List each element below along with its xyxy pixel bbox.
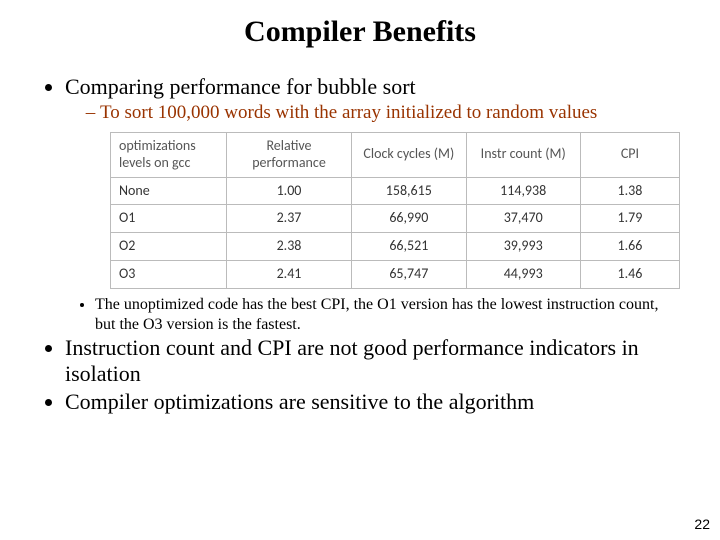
- table-cell: 1.38: [580, 177, 679, 205]
- table-cell: 1.46: [580, 260, 679, 288]
- table-cell: O3: [111, 260, 227, 288]
- table-cell: 158,615: [352, 177, 466, 205]
- table-row: O3 2.41 65,747 44,993 1.46: [111, 260, 680, 288]
- table-row: None 1.00 158,615 114,938 1.38: [111, 177, 680, 205]
- table-cell: 2.41: [226, 260, 351, 288]
- note-text: The unoptimized code has the best CPI, t…: [95, 296, 658, 333]
- bullet-text: Instruction count and CPI are not good p…: [65, 335, 639, 386]
- sub-bullet-text: To sort 100,000 words with the array ini…: [100, 102, 597, 123]
- page-title: Compiler Benefits: [40, 15, 680, 49]
- col-header: Clock cycles (M): [352, 133, 466, 178]
- bullet-text: Comparing performance for bubble sort: [65, 74, 416, 99]
- col-header: optimizations levels on gcc: [111, 133, 227, 178]
- slide: Compiler Benefits Comparing performance …: [0, 0, 720, 540]
- performance-table: optimizations levels on gcc Relative per…: [110, 132, 680, 289]
- table-cell: 2.38: [226, 233, 351, 261]
- table-cell: 1.00: [226, 177, 351, 205]
- table-header-row: optimizations levels on gcc Relative per…: [111, 133, 680, 178]
- table-container: optimizations levels on gcc Relative per…: [110, 132, 680, 289]
- sub-bullet-item: To sort 100,000 words with the array ini…: [100, 102, 680, 124]
- table-cell: 114,938: [466, 177, 580, 205]
- bullet-item: Compiler optimizations are sensitive to …: [65, 389, 680, 415]
- table-cell: O2: [111, 233, 227, 261]
- note-item: The unoptimized code has the best CPI, t…: [95, 295, 680, 335]
- table-cell: 66,990: [352, 205, 466, 233]
- table-cell: 2.37: [226, 205, 351, 233]
- bullet-list: Comparing performance for bubble sort To…: [40, 74, 680, 124]
- col-header: CPI: [580, 133, 679, 178]
- table-cell: None: [111, 177, 227, 205]
- col-header: Instr count (M): [466, 133, 580, 178]
- bullet-item: Instruction count and CPI are not good p…: [65, 335, 680, 387]
- table-cell: 1.79: [580, 205, 679, 233]
- table-cell: 66,521: [352, 233, 466, 261]
- page-number: 22: [694, 516, 710, 532]
- sub-bullet-list: To sort 100,000 words with the array ini…: [75, 102, 680, 124]
- bullet-item: Comparing performance for bubble sort To…: [65, 74, 680, 124]
- table-row: O1 2.37 66,990 37,470 1.79: [111, 205, 680, 233]
- table-cell: 39,993: [466, 233, 580, 261]
- table-cell: 65,747: [352, 260, 466, 288]
- table-row: O2 2.38 66,521 39,993 1.66: [111, 233, 680, 261]
- note-list: The unoptimized code has the best CPI, t…: [70, 295, 680, 335]
- col-header: Relative performance: [226, 133, 351, 178]
- table-cell: O1: [111, 205, 227, 233]
- bullet-text: Compiler optimizations are sensitive to …: [65, 389, 534, 414]
- table-cell: 1.66: [580, 233, 679, 261]
- table-cell: 44,993: [466, 260, 580, 288]
- table-cell: 37,470: [466, 205, 580, 233]
- bullet-list: Instruction count and CPI are not good p…: [40, 335, 680, 415]
